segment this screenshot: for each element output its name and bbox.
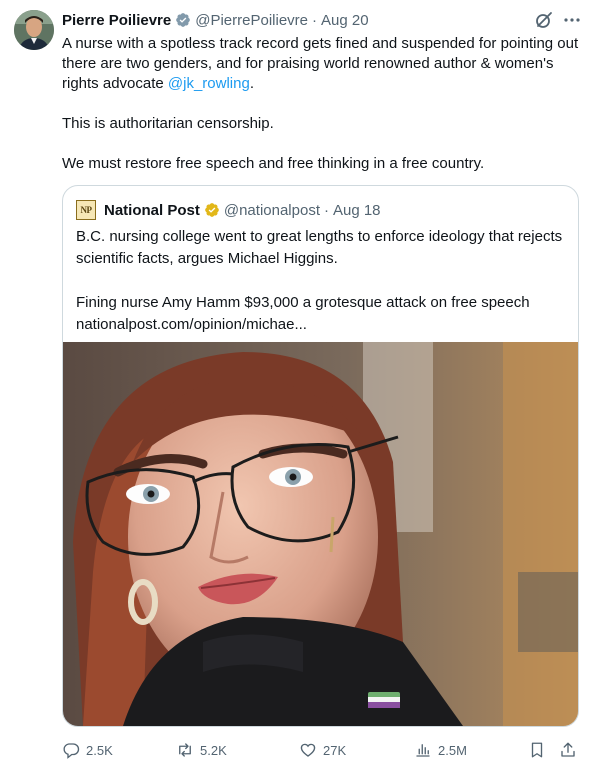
views-count: 2.5M [438,742,467,758]
mention-link[interactable]: @jk_rowling [168,75,250,92]
verified-gray-icon[interactable] [175,12,191,28]
like-icon [299,741,317,759]
like-count: 27K [323,742,347,758]
like-button[interactable]: 27K [299,738,346,762]
quoted-author-handle: @nationalpost [223,201,320,219]
separator-dot: · [312,11,317,29]
share-icon [559,741,577,759]
reply-count: 2.5K [86,742,113,758]
quoted-tweet[interactable]: NP National Post @nationalpost · Aug 18 … [62,185,579,727]
quoted-tweet-date: Aug 18 [332,201,381,219]
quoted-text-1: B.C. nursing college went to great lengt… [76,228,563,267]
quoted-text-2: Fining nurse Amy Hamm $93,000 a grotesqu… [76,294,530,311]
repost-icon [176,741,194,759]
separator-dot: · [323,201,329,219]
national-post-logo: NP [76,200,96,220]
repost-count: 5.2K [200,742,227,758]
share-button[interactable] [559,738,577,762]
repost-button[interactable]: 5.2K [176,738,227,762]
verified-gold-icon [204,202,220,218]
quoted-tweet-photo[interactable] [63,342,578,726]
quoted-tweet-text: B.C. nursing college went to great lengt… [76,226,566,336]
tweet-text-line1-end: . [249,75,254,92]
more-icon[interactable] [563,11,581,29]
quoted-link: nationalpost.com/opinion/michae... [76,316,307,333]
tweet-text-line1: A nurse with a spotless track record get… [62,35,579,92]
views-icon [414,741,432,759]
tweet-header: Pierre Poilievre @PierrePoilievre · Aug … [62,10,581,30]
author-name[interactable]: Pierre Poilievre [62,12,171,29]
author-handle[interactable]: @PierrePoilievre [195,12,308,29]
views-button[interactable]: 2.5M [414,738,467,762]
reply-icon [62,741,80,759]
tweet-text-line3: We must restore free speech and free thi… [62,155,485,172]
tweet-text-line2: This is authoritarian censorship. [62,115,274,132]
bookmark-icon [528,741,546,759]
quoted-tweet-header: NP National Post @nationalpost · Aug 18 [76,200,381,220]
action-bar: 2.5K 5.2K 27K 2.5M [62,738,582,762]
reply-button[interactable]: 2.5K [62,738,113,762]
quoted-author-name: National Post [104,201,200,219]
tweet-text: A nurse with a spotless track record get… [62,34,582,174]
avatar[interactable] [14,10,54,50]
grok-icon[interactable] [535,11,553,29]
tweet-date[interactable]: Aug 20 [321,12,369,29]
bookmark-button[interactable] [528,738,546,762]
